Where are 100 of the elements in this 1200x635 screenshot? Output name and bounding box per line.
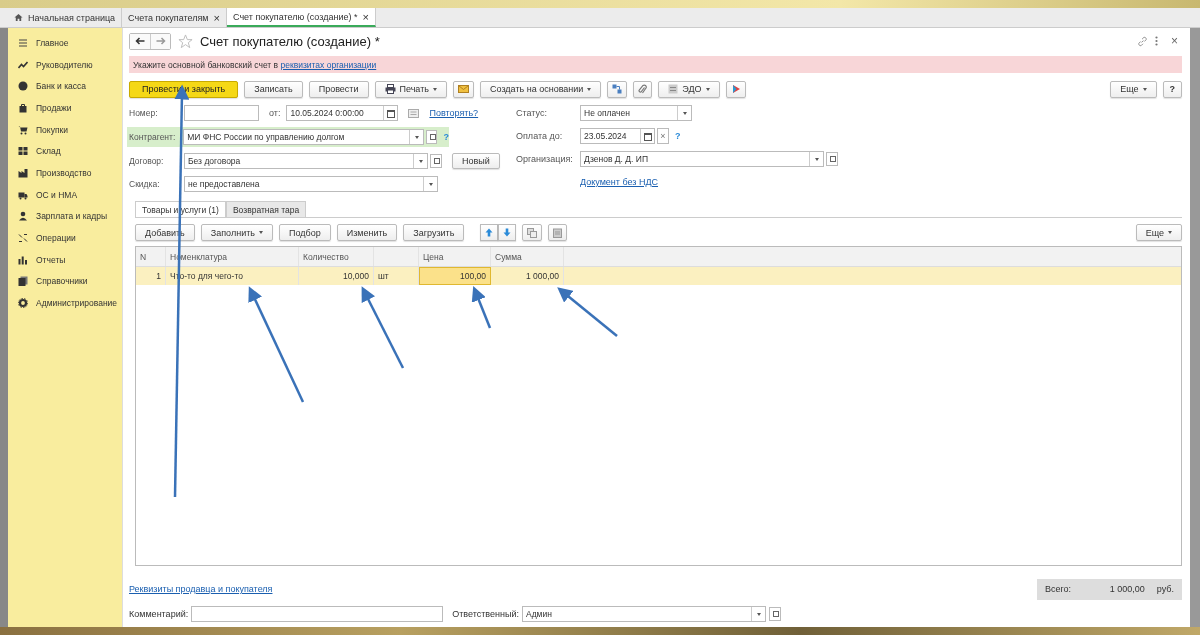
caret-icon — [705, 87, 710, 91]
date-field[interactable]: 10.05.2024 0:00:00 — [286, 105, 399, 121]
field-label: Комментарий: — [129, 609, 189, 619]
sidebar-item[interactable]: Покупки — [8, 118, 122, 141]
calendar-icon[interactable] — [383, 106, 398, 120]
toolbar-button[interactable]: Изменить — [336, 224, 398, 241]
new-button[interactable]: Новый — [452, 153, 500, 169]
post-and-close-button[interactable]: Провести и закрыть — [129, 80, 239, 98]
menu-button[interactable]: Печать — [374, 80, 447, 98]
help-link[interactable]: ? — [675, 131, 681, 141]
tab[interactable]: Счет покупателю (создание) * × — [227, 8, 376, 27]
sidebar-item[interactable]: Склад — [8, 140, 122, 163]
section-icon — [18, 59, 28, 70]
sidebar-item[interactable]: Справочники — [8, 270, 122, 293]
status-field[interactable]: Не оплачен — [580, 105, 692, 121]
field-label: Скидка: — [129, 179, 161, 189]
sidebar-item[interactable]: Банк и касса — [8, 75, 122, 98]
tab[interactable]: Возвратная тара — [225, 201, 307, 217]
caret-icon — [433, 87, 437, 91]
toolbar-button[interactable]: Провести — [308, 80, 369, 98]
field-label: Номер: — [129, 108, 159, 118]
icon-button[interactable] — [607, 80, 628, 98]
menu-button[interactable]: Заполнить — [200, 224, 273, 241]
column-header: Количество — [299, 247, 374, 266]
menu-button[interactable]: Создать на основании — [480, 80, 602, 98]
section-icon — [18, 37, 28, 48]
contract-field[interactable]: Без договора — [184, 153, 428, 169]
section-icon — [18, 81, 28, 92]
icon-button[interactable] — [453, 80, 474, 98]
column-header: Цена — [419, 247, 491, 266]
organization-field[interactable]: Дзенов Д. Д. ИП — [580, 151, 824, 167]
menu-button[interactable]: ЭДО — [658, 80, 720, 98]
toolbar-button[interactable]: Загрузить — [403, 224, 465, 241]
toolbar-button[interactable]: Записать — [244, 80, 303, 98]
tab[interactable]: Начальная страница — [8, 8, 123, 27]
sidebar-item[interactable]: Администрирование — [8, 292, 122, 314]
forward-arrow-icon — [155, 37, 166, 45]
sidebar-item[interactable]: Главное — [8, 32, 122, 54]
due-date-field[interactable]: 23.05.2024 — [580, 128, 655, 144]
sidebar-item[interactable]: Операции — [8, 227, 122, 249]
link-icon[interactable] — [1137, 35, 1148, 47]
more-button[interactable]: Еще — [1135, 224, 1182, 241]
move-up-button[interactable] — [480, 224, 499, 241]
exchange-icon — [668, 84, 679, 94]
vat-link[interactable]: Документ без НДС — [580, 177, 658, 187]
number-field[interactable] — [184, 105, 259, 121]
icon-button[interactable] — [725, 80, 746, 98]
open-icon[interactable] — [430, 154, 442, 168]
field-label: Статус: — [516, 108, 548, 118]
tab[interactable]: Товары и услуги (1) — [135, 201, 226, 217]
copy-icon — [527, 227, 538, 238]
calendar-icon[interactable] — [640, 129, 654, 143]
document-title: Счет покупателю (создание) * — [200, 33, 380, 49]
sidebar-item[interactable]: ОС и НМА — [8, 183, 122, 206]
sidebar-item[interactable]: Руководителю — [8, 53, 122, 76]
close-icon[interactable]: × — [362, 10, 369, 23]
sidebar-item[interactable]: Зарплата и кадры — [8, 205, 122, 228]
details-link[interactable]: Реквизиты продавца и покупателя — [129, 584, 273, 594]
warning-link[interactable]: реквизитах организации — [280, 59, 377, 70]
more-button[interactable]: Еще — [1110, 80, 1157, 98]
annotation-arrow — [471, 286, 492, 329]
star-icon[interactable] — [178, 33, 193, 49]
sidebar-item[interactable]: Отчеты — [8, 248, 122, 271]
section-icon — [18, 254, 28, 265]
comment-field[interactable] — [191, 606, 444, 622]
paste-button[interactable] — [548, 224, 568, 241]
play-icon — [730, 84, 741, 94]
clipboard-icon — [553, 227, 563, 238]
more-options-icon[interactable] — [1155, 36, 1158, 46]
field-label: Контрагент: — [129, 132, 177, 142]
counterparty-field[interactable]: МИ ФНС России по управлению долгом — [183, 129, 424, 145]
help-button[interactable]: ? — [1162, 80, 1182, 98]
discount-field[interactable]: не предоставлена — [184, 176, 438, 192]
move-down-button[interactable] — [498, 224, 517, 241]
clear-button[interactable]: × — [657, 128, 669, 144]
down-arrow-icon — [503, 228, 512, 237]
open-icon[interactable] — [425, 130, 438, 144]
sidebar-item[interactable]: Производство — [8, 162, 122, 184]
field-label: Организация: — [516, 154, 574, 164]
open-icon[interactable] — [826, 152, 838, 166]
sidebar-item[interactable]: Продажи — [8, 97, 122, 119]
document-icon[interactable] — [408, 108, 420, 118]
home-icon — [14, 13, 23, 22]
copy-button[interactable] — [522, 224, 543, 241]
responsible-field[interactable]: Админ — [521, 606, 766, 622]
section-icon — [18, 102, 28, 113]
close-icon[interactable]: × — [213, 11, 220, 24]
icon-button[interactable] — [633, 80, 653, 98]
section-icon — [18, 146, 28, 157]
table-cell: 1 000,00 — [491, 267, 564, 285]
column-header: N — [136, 247, 166, 266]
repeat-link[interactable]: Повторять? — [429, 108, 479, 118]
back-button[interactable] — [130, 33, 150, 49]
toolbar-button[interactable]: Подбор — [278, 224, 331, 241]
warning-text: Укажите основной банковский счет в реквизитах организации — [133, 59, 377, 70]
field-label: Ответственный: — [452, 609, 519, 619]
close-icon[interactable]: × — [1171, 34, 1178, 48]
section-icon — [18, 276, 28, 287]
currency-label: руб. — [1156, 584, 1174, 594]
open-icon[interactable] — [768, 607, 781, 621]
